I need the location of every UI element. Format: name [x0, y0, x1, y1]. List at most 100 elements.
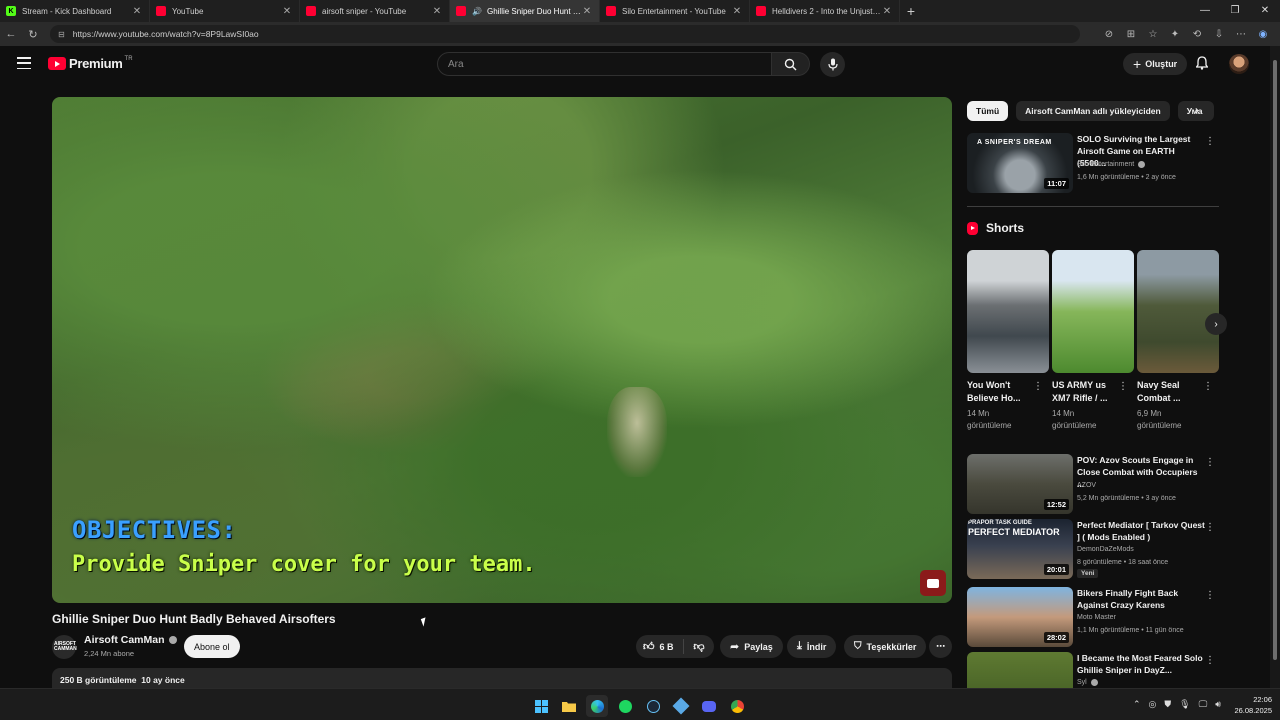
recommended-channel[interactable]: AZOV — [1077, 482, 1096, 489]
browser-tab[interactable]: Helldivers 2 - Into the Unjust Dem ✕ — [750, 0, 900, 22]
short-thumbnail[interactable] — [1052, 250, 1134, 373]
short-thumbnail[interactable] — [1137, 250, 1219, 373]
more-actions-button[interactable]: ⋯ — [929, 635, 952, 658]
url-field[interactable]: ⊟ https://www.youtube.com/watch?v=8P9LawS… — [50, 25, 1080, 43]
menu-hamburger-icon[interactable] — [17, 57, 31, 69]
recommended-video[interactable]: I Became the Most Feared Solo Ghillie Sn… — [967, 652, 1219, 688]
channel-avatar[interactable]: AIRSOFT CAMMAN — [52, 635, 77, 659]
favorite-star-icon[interactable]: ☆ — [1142, 29, 1164, 40]
more-vertical-icon[interactable]: ⋮ — [1205, 522, 1215, 533]
browser-tab[interactable]: YouTube ✕ — [150, 0, 300, 22]
thumbnail-caption: PERFECT MEDIATOR — [968, 527, 1060, 537]
more-vertical-icon[interactable]: ⋮ — [1205, 590, 1215, 601]
app-cube-icon[interactable] — [670, 695, 692, 717]
close-tab-icon[interactable]: ✕ — [881, 6, 893, 17]
audio-playing-icon[interactable]: 🔊 — [472, 7, 482, 16]
like-button[interactable]: 👍︎ 6 B — [636, 639, 684, 654]
recommended-channel[interactable]: Moto Master — [1077, 614, 1116, 621]
apps-icon[interactable]: ⊞ — [1120, 29, 1142, 40]
start-windows-icon[interactable] — [530, 695, 552, 717]
channel-watermark-icon[interactable] — [920, 570, 946, 596]
more-vertical-icon[interactable]: ⋮ — [1205, 457, 1215, 468]
search-box[interactable] — [437, 52, 772, 76]
new-tab-button[interactable]: + — [900, 0, 922, 22]
maximize-icon[interactable]: ❐ — [1220, 0, 1250, 22]
volume-icon[interactable]: 🔊︎ — [1215, 699, 1221, 710]
page-scrollbar[interactable] — [1270, 46, 1280, 688]
account-avatar[interactable] — [1229, 54, 1249, 74]
youtube-logo[interactable]: Premium TR — [48, 56, 133, 71]
scrollbar-thumb[interactable] — [1273, 60, 1277, 660]
subscribe-button[interactable]: Abone ol — [184, 635, 240, 658]
video-thumbnail[interactable] — [967, 652, 1073, 688]
create-button[interactable]: + Oluştur — [1123, 53, 1188, 75]
site-info-icon[interactable]: ⊟ — [58, 30, 65, 39]
file-explorer-icon[interactable] — [558, 695, 580, 717]
video-thumbnail[interactable]: PRAPOR TASK GUIDE PERFECT MEDIATOR 20:01 — [967, 519, 1073, 579]
tracking-icon[interactable]: ⊘ — [1098, 29, 1120, 40]
recommended-video[interactable]: 28:02 Bikers Finally Fight Back Against … — [967, 587, 1219, 647]
share-button[interactable]: ➦ Paylaş — [720, 635, 783, 658]
short-item[interactable]: US ARMY us XM7 Rifle / ... 14 Mn görüntü… — [1052, 250, 1134, 432]
reload-icon[interactable]: ↻ — [22, 28, 44, 41]
more-vertical-icon[interactable]: ⋮ — [1203, 381, 1213, 392]
steam-icon[interactable] — [642, 695, 664, 717]
thanks-button[interactable]: ⛉ Teşekkürler — [844, 635, 927, 658]
chip-from-uploader[interactable]: Airsoft CamMan adlı yükleyiciden — [1016, 101, 1170, 121]
spotify-icon[interactable] — [614, 695, 636, 717]
more-vertical-icon[interactable]: ⋮ — [1205, 136, 1215, 147]
browser-tab[interactable]: K Stream - Kick Dashboard ✕ — [0, 0, 150, 22]
edge-browser-icon[interactable] — [586, 695, 608, 717]
browser-tab-active[interactable]: 🔊 Ghillie Sniper Duo Hunt Badly✕ — [450, 0, 600, 22]
close-tab-icon[interactable]: ✕ — [281, 6, 293, 17]
close-tab-icon[interactable]: ✕ — [581, 6, 593, 17]
minimize-icon[interactable]: — — [1190, 0, 1220, 22]
microphone-tray-icon[interactable]: 🎙︎ — [1179, 699, 1190, 710]
close-window-icon[interactable]: ✕ — [1250, 0, 1280, 22]
close-tab-icon[interactable]: ✕ — [131, 6, 143, 17]
shorts-next-chevron-icon[interactable]: › — [1205, 313, 1227, 335]
recommended-channel[interactable]: DemonDaZeMods — [1077, 546, 1134, 553]
tray-expand-icon[interactable]: ⌃ — [1133, 699, 1141, 710]
taskbar-clock[interactable]: 22:06 26.08.2025 — [1232, 694, 1272, 716]
recommended-video[interactable]: PRAPOR TASK GUIDE PERFECT MEDIATOR 20:01… — [967, 519, 1219, 579]
search-input[interactable] — [448, 58, 771, 70]
notifications-bell-icon[interactable] — [1195, 56, 1209, 75]
video-thumbnail[interactable]: A SNIPER'S DREAM 11:07 — [967, 133, 1073, 193]
video-thumbnail[interactable]: 28:02 — [967, 587, 1073, 647]
profile-sync-icon[interactable]: ⟲ — [1186, 29, 1208, 40]
chips-next-chevron-icon[interactable]: › — [1195, 103, 1199, 117]
network-icon[interactable]: 🖵︎ — [1199, 699, 1208, 710]
short-item[interactable]: You Won't Believe Ho... 14 Mn görüntülem… — [967, 250, 1049, 432]
discord-icon[interactable] — [698, 695, 720, 717]
close-tab-icon[interactable]: ✕ — [431, 6, 443, 17]
browser-menu-icon[interactable]: ⋯ — [1230, 29, 1252, 40]
recommended-video[interactable]: A SNIPER'S DREAM 11:07 SOLO Surviving th… — [967, 133, 1219, 193]
back-icon[interactable]: ← — [0, 28, 22, 40]
search-button[interactable] — [772, 52, 810, 76]
more-vertical-icon[interactable]: ⋮ — [1205, 655, 1215, 666]
short-thumbnail[interactable] — [967, 250, 1049, 373]
more-vertical-icon[interactable]: ⋮ — [1118, 381, 1128, 392]
downloads-icon[interactable]: ⇩ — [1208, 29, 1230, 40]
channel-name[interactable]: Airsoft CamMan — [84, 634, 177, 646]
extensions-icon[interactable]: ✦ — [1164, 29, 1186, 40]
recommended-video[interactable]: 12:52 POV: Azov Scouts Engage in Close C… — [967, 454, 1219, 514]
more-vertical-icon[interactable]: ⋮ — [1033, 381, 1043, 392]
dislike-button[interactable]: 👎︎ — [684, 640, 714, 653]
browser-tab[interactable]: Silo Entertainment - YouTube ✕ — [600, 0, 750, 22]
download-button[interactable]: ⤓ İndir — [787, 635, 837, 658]
browser-tab[interactable]: airsoft sniper - YouTube ✕ — [300, 0, 450, 22]
tray-security-icon[interactable]: ⛊ — [1164, 699, 1171, 710]
short-item[interactable]: Navy Seal Combat ... 6,9 Mn görüntüleme … — [1137, 250, 1219, 432]
chrome-icon[interactable] — [726, 695, 748, 717]
tray-app-icon[interactable]: ◎ — [1149, 699, 1157, 710]
recommended-channel[interactable]: Silo Entertainment — [1077, 161, 1146, 168]
copilot-icon[interactable]: ◉ — [1252, 29, 1274, 40]
video-thumbnail[interactable]: 12:52 — [967, 454, 1073, 514]
recommended-channel[interactable]: Syl — [1077, 679, 1098, 686]
voice-search-button[interactable] — [820, 52, 845, 77]
video-player[interactable]: OBJECTIVES: Provide Sniper cover for you… — [52, 97, 952, 603]
close-tab-icon[interactable]: ✕ — [731, 6, 743, 17]
chip-all[interactable]: Tümü — [967, 101, 1009, 121]
